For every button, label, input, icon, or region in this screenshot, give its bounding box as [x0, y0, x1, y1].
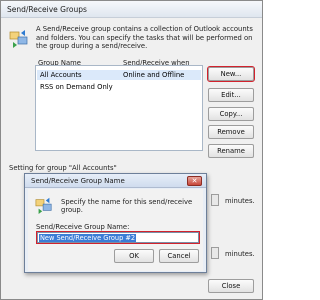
- minutes-label-2: minutes.: [225, 250, 255, 258]
- remove-button[interactable]: Remove: [208, 125, 254, 139]
- group-name-value: New Send/Receive Group #2: [39, 234, 137, 242]
- minutes-spinner-1[interactable]: [211, 194, 219, 206]
- group-name-dialog: Send/Receive Group Name ✕ Specify the na…: [24, 173, 207, 273]
- send-receive-when-cell: Online and Offline: [123, 71, 185, 79]
- send-receive-group-icon: [35, 197, 52, 214]
- group-name-cell: RSS on Demand Only: [40, 83, 113, 91]
- cancel-button[interactable]: Cancel: [159, 249, 199, 263]
- window-title: Send/Receive Groups: [7, 5, 87, 14]
- window-description: A Send/Receive group contains a collecti…: [36, 25, 253, 51]
- window-titlebar: Send/Receive Groups: [1, 1, 262, 18]
- copy-button[interactable]: Copy...: [208, 107, 254, 121]
- close-icon[interactable]: ✕: [187, 176, 202, 186]
- minutes-label-1: minutes.: [225, 197, 255, 205]
- group-list[interactable]: All Accounts Online and Offline RSS on D…: [35, 65, 203, 151]
- group-name-field-label: Send/Receive Group Name:: [36, 223, 130, 231]
- dialog-titlebar: Send/Receive Group Name ✕: [25, 174, 206, 188]
- edit-button[interactable]: Edit...: [208, 88, 254, 102]
- close-button[interactable]: Close: [208, 279, 254, 293]
- rename-button[interactable]: Rename: [208, 144, 254, 158]
- new-button[interactable]: New...: [207, 66, 255, 82]
- minutes-spinner-2[interactable]: [211, 247, 219, 259]
- ok-button[interactable]: OK: [114, 249, 154, 263]
- dialog-body: Specify the name for this send/receive g…: [28, 189, 203, 271]
- group-name-cell: All Accounts: [40, 71, 82, 79]
- dialog-description: Specify the name for this send/receive g…: [61, 198, 193, 215]
- group-name-input[interactable]: New Send/Receive Group #2: [37, 232, 199, 243]
- dialog-title: Send/Receive Group Name: [31, 177, 125, 185]
- list-item[interactable]: RSS on Demand Only: [37, 82, 201, 92]
- send-receive-group-icon: [9, 30, 28, 48]
- list-item[interactable]: All Accounts Online and Offline: [37, 70, 201, 80]
- setting-label: Setting for group "All Accounts": [9, 164, 117, 172]
